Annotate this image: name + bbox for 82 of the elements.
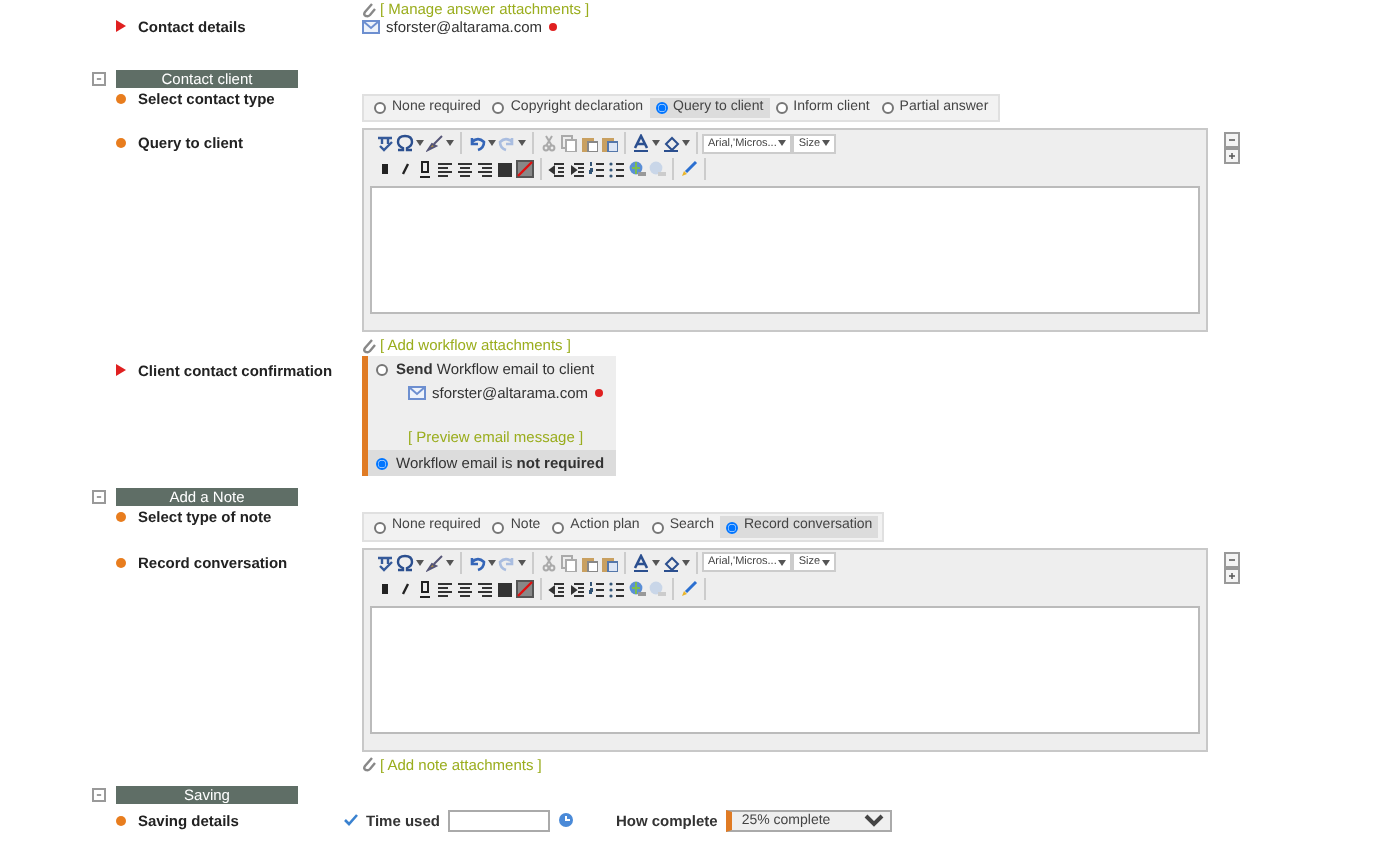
spellcheck-icon[interactable]	[376, 134, 394, 153]
indent-icon[interactable]	[568, 579, 586, 598]
paste-icon[interactable]	[580, 134, 598, 153]
collapse-icon[interactable]	[92, 490, 106, 505]
copy-icon[interactable]	[560, 134, 578, 153]
brush-icon[interactable]	[426, 134, 444, 153]
numbered-list-icon[interactable]	[588, 579, 606, 598]
collapse-icon[interactable]	[92, 787, 106, 802]
italic-icon[interactable]	[396, 579, 414, 598]
radio-button[interactable]	[376, 363, 388, 376]
align-left-icon[interactable]	[436, 160, 454, 179]
align-center-icon[interactable]	[456, 160, 474, 179]
bullet-list-icon[interactable]	[608, 160, 626, 179]
undo-icon[interactable]	[468, 553, 486, 572]
radio-button[interactable]	[374, 102, 386, 115]
paperclip-icon	[362, 1, 376, 17]
radio-button[interactable]	[881, 102, 894, 115]
undo-icon[interactable]	[468, 134, 486, 153]
collapse-icon[interactable]	[1224, 132, 1240, 149]
copy-icon[interactable]	[560, 553, 578, 572]
expand-icon[interactable]	[1224, 148, 1240, 165]
radio-button[interactable]	[492, 102, 505, 115]
fill-color-icon[interactable]	[662, 553, 680, 572]
caret-icon	[518, 140, 526, 147]
caret-icon	[416, 140, 424, 147]
outdent-icon[interactable]	[548, 160, 566, 179]
caret-icon	[488, 559, 496, 566]
numbered-list-icon[interactable]	[588, 160, 606, 179]
radio-button[interactable]	[492, 521, 505, 534]
collapse-icon[interactable]	[1224, 551, 1240, 568]
slash-box-icon[interactable]	[516, 579, 534, 598]
time-input[interactable]	[447, 809, 550, 832]
italic-icon[interactable]	[396, 160, 414, 179]
paperclip-icon	[362, 756, 376, 773]
caret-icon	[822, 140, 831, 147]
caret-icon	[652, 559, 660, 566]
omega-icon[interactable]	[396, 134, 414, 153]
omega-icon[interactable]	[396, 553, 414, 572]
underline-icon[interactable]	[416, 160, 434, 179]
outdent-icon[interactable]	[548, 579, 566, 598]
clean-icon[interactable]	[680, 160, 698, 179]
caret-icon	[518, 559, 526, 566]
caret-icon	[778, 559, 787, 566]
caret-icon	[682, 559, 690, 566]
fill-color-icon[interactable]	[662, 134, 680, 153]
slash-box-icon[interactable]	[516, 160, 534, 179]
radio-button[interactable]	[726, 521, 738, 534]
caret-icon	[778, 140, 787, 147]
radio-button[interactable]	[552, 521, 565, 534]
clean-icon[interactable]	[680, 579, 698, 598]
caret-icon	[416, 559, 424, 566]
paperclip-icon	[362, 337, 376, 354]
radio-button[interactable]	[374, 521, 386, 534]
clock-icon[interactable]	[557, 812, 574, 829]
caret-icon	[446, 140, 454, 147]
paste-icon[interactable]	[580, 553, 598, 572]
envelope-icon	[408, 386, 426, 401]
caret-icon	[488, 140, 496, 147]
collapse-icon[interactable]	[92, 72, 106, 86]
radio-button[interactable]	[651, 521, 664, 534]
text-color-icon[interactable]	[632, 134, 650, 153]
caret-icon	[446, 559, 454, 566]
align-right-icon[interactable]	[476, 160, 494, 179]
align-center-icon[interactable]	[456, 579, 474, 598]
brush-icon[interactable]	[426, 553, 444, 572]
spellcheck-icon[interactable]	[376, 553, 394, 572]
radio-button[interactable]	[655, 102, 668, 115]
paste-icon[interactable]	[600, 553, 618, 572]
align-left-icon[interactable]	[436, 579, 454, 598]
envelope-icon	[362, 20, 380, 34]
radio-button[interactable]	[775, 102, 788, 115]
caret-icon	[682, 140, 690, 147]
paste-icon[interactable]	[600, 134, 618, 153]
align-right-icon[interactable]	[476, 579, 494, 598]
radio-button[interactable]	[376, 457, 388, 470]
bullet-list-icon[interactable]	[608, 579, 626, 598]
underline-icon[interactable]	[416, 579, 434, 598]
caret-icon	[822, 559, 831, 566]
indent-icon[interactable]	[568, 160, 586, 179]
caret-icon	[652, 140, 660, 147]
text-color-icon[interactable]	[632, 553, 650, 572]
check-icon	[344, 814, 358, 827]
